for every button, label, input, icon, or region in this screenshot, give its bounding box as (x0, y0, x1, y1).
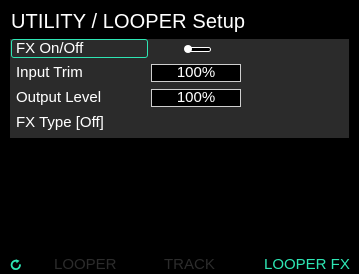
bottom-tab-bar: LOOPER TRACK LOOPER FX (0, 255, 359, 274)
input-trim-value: 100% (176, 64, 216, 81)
setting-label-input-trim: Input Trim (16, 64, 83, 81)
tab-track[interactable]: TRACK (164, 255, 215, 274)
setting-label-output-level: Output Level (16, 89, 102, 106)
setting-row-input-trim[interactable]: Input Trim 100% (10, 63, 349, 83)
input-trim-value-field[interactable]: 100% (151, 64, 241, 82)
looper-setup-screen: UTILITY / LOOPER Setup FX On/Off Input T… (0, 0, 359, 274)
tab-looper-fx[interactable]: LOOPER FX (264, 255, 350, 274)
toggle-knob (184, 45, 192, 53)
setting-label-fx-type: FX Type [Off] (16, 114, 104, 131)
output-level-value: 100% (176, 89, 216, 106)
settings-panel: FX On/Off Input Trim 100% Output Level 1… (10, 39, 349, 138)
setting-row-fx-on-off[interactable]: FX On/Off (10, 39, 349, 59)
setting-row-fx-type[interactable]: FX Type [Off] (10, 113, 349, 133)
toggle-track (190, 47, 211, 52)
refresh-icon[interactable] (9, 258, 23, 272)
setting-label-fx-on-off: FX On/Off (16, 40, 84, 57)
output-level-value-field[interactable]: 100% (151, 89, 241, 107)
page-title: UTILITY / LOOPER Setup (11, 11, 246, 33)
setting-row-output-level[interactable]: Output Level 100% (10, 88, 349, 108)
fx-on-off-toggle[interactable] (182, 42, 212, 56)
tab-looper[interactable]: LOOPER (54, 255, 117, 274)
